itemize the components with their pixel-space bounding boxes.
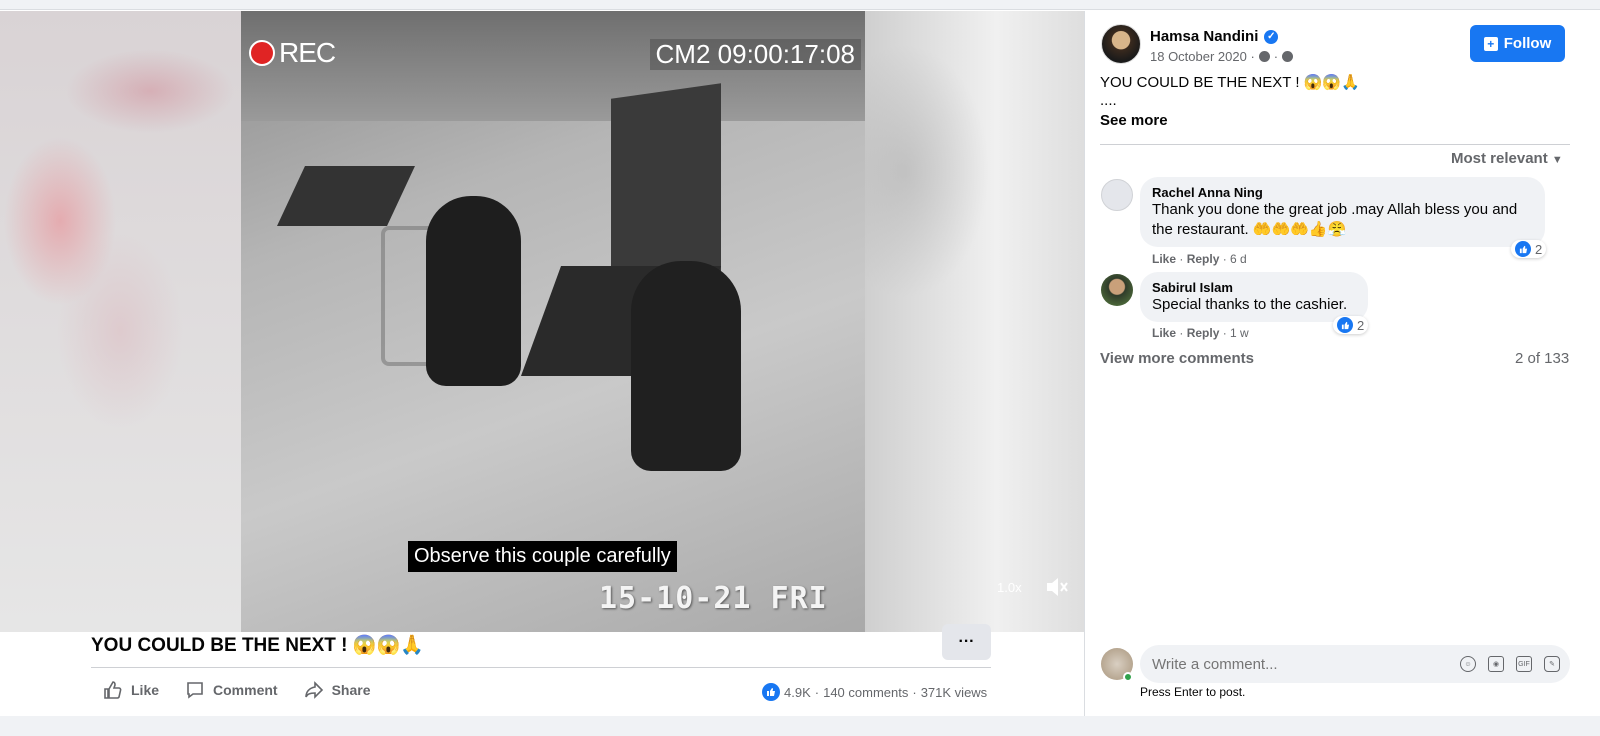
comment-button[interactable]: Comment bbox=[185, 680, 278, 700]
like-reaction-icon bbox=[1337, 317, 1353, 333]
share-icon bbox=[304, 681, 323, 699]
comment-count[interactable]: 140 comments bbox=[823, 685, 908, 700]
thumbs-up-icon bbox=[104, 681, 122, 699]
top-strip bbox=[0, 0, 1600, 10]
reaction-count: 2 bbox=[1357, 317, 1365, 333]
post-caption: YOU COULD BE THE NEXT ! 😱😱🙏 bbox=[1100, 74, 1360, 91]
comment-input[interactable] bbox=[1152, 655, 1442, 673]
scene-counter bbox=[611, 83, 721, 289]
more-options-button[interactable]: ··· bbox=[942, 624, 991, 660]
like-button[interactable]: Like bbox=[103, 680, 159, 700]
view-count: 371K views bbox=[920, 684, 988, 700]
comment-like-link[interactable]: Like bbox=[1152, 326, 1176, 340]
online-status-icon bbox=[1123, 672, 1133, 682]
post-date-label[interactable]: 18 October 2020 · bbox=[1150, 49, 1255, 64]
comment-reactions[interactable]: 2 bbox=[1511, 240, 1547, 258]
video-subtitle: Observe this couple carefully bbox=[408, 541, 677, 572]
commenter-name[interactable]: Sabirul Islam bbox=[1152, 280, 1356, 295]
camera-icon[interactable]: ◉ bbox=[1488, 656, 1504, 672]
post-date: 18 October 2020 · · bbox=[1150, 49, 1294, 64]
globe-icon bbox=[1282, 51, 1294, 62]
camera-timestamp: CM2 09:00:17:08 bbox=[649, 39, 861, 70]
comment-meta: Like · Reply · 1 w bbox=[1152, 326, 1249, 340]
scene-table-back bbox=[277, 166, 415, 226]
like-label: Like bbox=[131, 682, 160, 698]
comment-reactions[interactable]: 2 bbox=[1333, 316, 1369, 334]
divider bbox=[1100, 144, 1570, 145]
comment-meta: Like · Reply · 6 d bbox=[1152, 252, 1247, 266]
commenter-avatar[interactable] bbox=[1101, 274, 1133, 306]
rec-dot-icon bbox=[249, 40, 275, 66]
sort-dropdown[interactable]: Most relevant ▼ bbox=[1451, 150, 1563, 167]
post-title: YOU COULD BE THE NEXT ! 😱😱🙏 bbox=[91, 635, 424, 656]
emoji-icon[interactable]: ☺ bbox=[1460, 656, 1476, 672]
comment-like-link[interactable]: Like bbox=[1152, 252, 1176, 266]
comment-text: Thank you done the great job .may Allah … bbox=[1152, 201, 1518, 238]
like-reaction-icon bbox=[1515, 241, 1531, 257]
see-more-link[interactable]: See more bbox=[1100, 112, 1168, 129]
comment-label: Comment bbox=[213, 682, 278, 698]
share-label: Share bbox=[331, 682, 371, 698]
rec-indicator: REC bbox=[249, 37, 336, 69]
comment-age[interactable]: 6 d bbox=[1230, 252, 1247, 266]
sort-label: Most relevant bbox=[1451, 150, 1548, 167]
post-actions: Like Comment Share bbox=[103, 680, 371, 700]
scene-person-woman bbox=[426, 196, 521, 386]
chevron-down-icon: ▼ bbox=[1551, 154, 1563, 166]
gif-icon[interactable]: GIF bbox=[1516, 656, 1532, 672]
like-reaction-icon bbox=[762, 683, 780, 701]
clock-icon bbox=[1258, 51, 1270, 62]
comment-bubble: Rachel Anna Ning Thank you done the grea… bbox=[1140, 177, 1545, 247]
view-more-comments-link[interactable]: View more comments bbox=[1100, 350, 1254, 367]
scene-person-man bbox=[631, 261, 741, 471]
sticker-icon[interactable]: ✎ bbox=[1544, 656, 1560, 672]
video-player[interactable]: REC CM2 09:00:17:08 Observe this couple … bbox=[0, 11, 1084, 632]
commenter-avatar[interactable] bbox=[1101, 179, 1133, 211]
comment-input-tools: ☺ ◉ GIF ✎ bbox=[1460, 656, 1560, 672]
press-enter-hint: Press Enter to post. bbox=[1140, 685, 1246, 699]
comments-count: 2 of 133 bbox=[1515, 350, 1570, 367]
author-name[interactable]: Hamsa Nandini bbox=[1150, 28, 1258, 45]
rec-label: REC bbox=[279, 37, 336, 68]
verified-badge-icon: ✓ bbox=[1264, 29, 1279, 44]
comment-text: Special thanks to the cashier. bbox=[1152, 296, 1348, 313]
comment-icon bbox=[187, 682, 203, 699]
panel-divider-line bbox=[1084, 11, 1085, 716]
video-date-stamp: 15-10-21 FRI bbox=[599, 581, 828, 616]
divider bbox=[91, 667, 991, 668]
post-stats: 4.9K · 140 comments · 371K views bbox=[762, 683, 987, 701]
playback-speed[interactable]: 1.0x bbox=[997, 580, 1022, 595]
author-name-row: Hamsa Nandini ✓ bbox=[1150, 28, 1279, 45]
follow-button[interactable]: + Follow bbox=[1470, 25, 1565, 62]
video-blur-background-left bbox=[0, 11, 241, 632]
speaker-muted-icon[interactable] bbox=[1044, 574, 1070, 600]
follow-label: Follow bbox=[1503, 35, 1552, 52]
comment-reply-link[interactable]: Reply bbox=[1187, 252, 1220, 266]
video-frame[interactable]: REC CM2 09:00:17:08 Observe this couple … bbox=[241, 11, 865, 632]
bottom-strip bbox=[0, 716, 1600, 736]
author-avatar[interactable] bbox=[1101, 24, 1141, 64]
caption-ellipsis: .... bbox=[1100, 92, 1117, 109]
commenter-name[interactable]: Rachel Anna Ning bbox=[1152, 185, 1533, 200]
comment-age[interactable]: 1 w bbox=[1230, 326, 1249, 340]
video-blur-background-right bbox=[865, 11, 1084, 632]
comment-reply-link[interactable]: Reply bbox=[1187, 326, 1220, 340]
share-button[interactable]: Share bbox=[304, 680, 371, 700]
reaction-count: 2 bbox=[1535, 241, 1543, 257]
reaction-count[interactable]: 4.9K bbox=[784, 685, 811, 700]
follow-page-icon: + bbox=[1483, 36, 1498, 51]
comment-bubble: Sabirul Islam Special thanks to the cash… bbox=[1140, 272, 1368, 322]
